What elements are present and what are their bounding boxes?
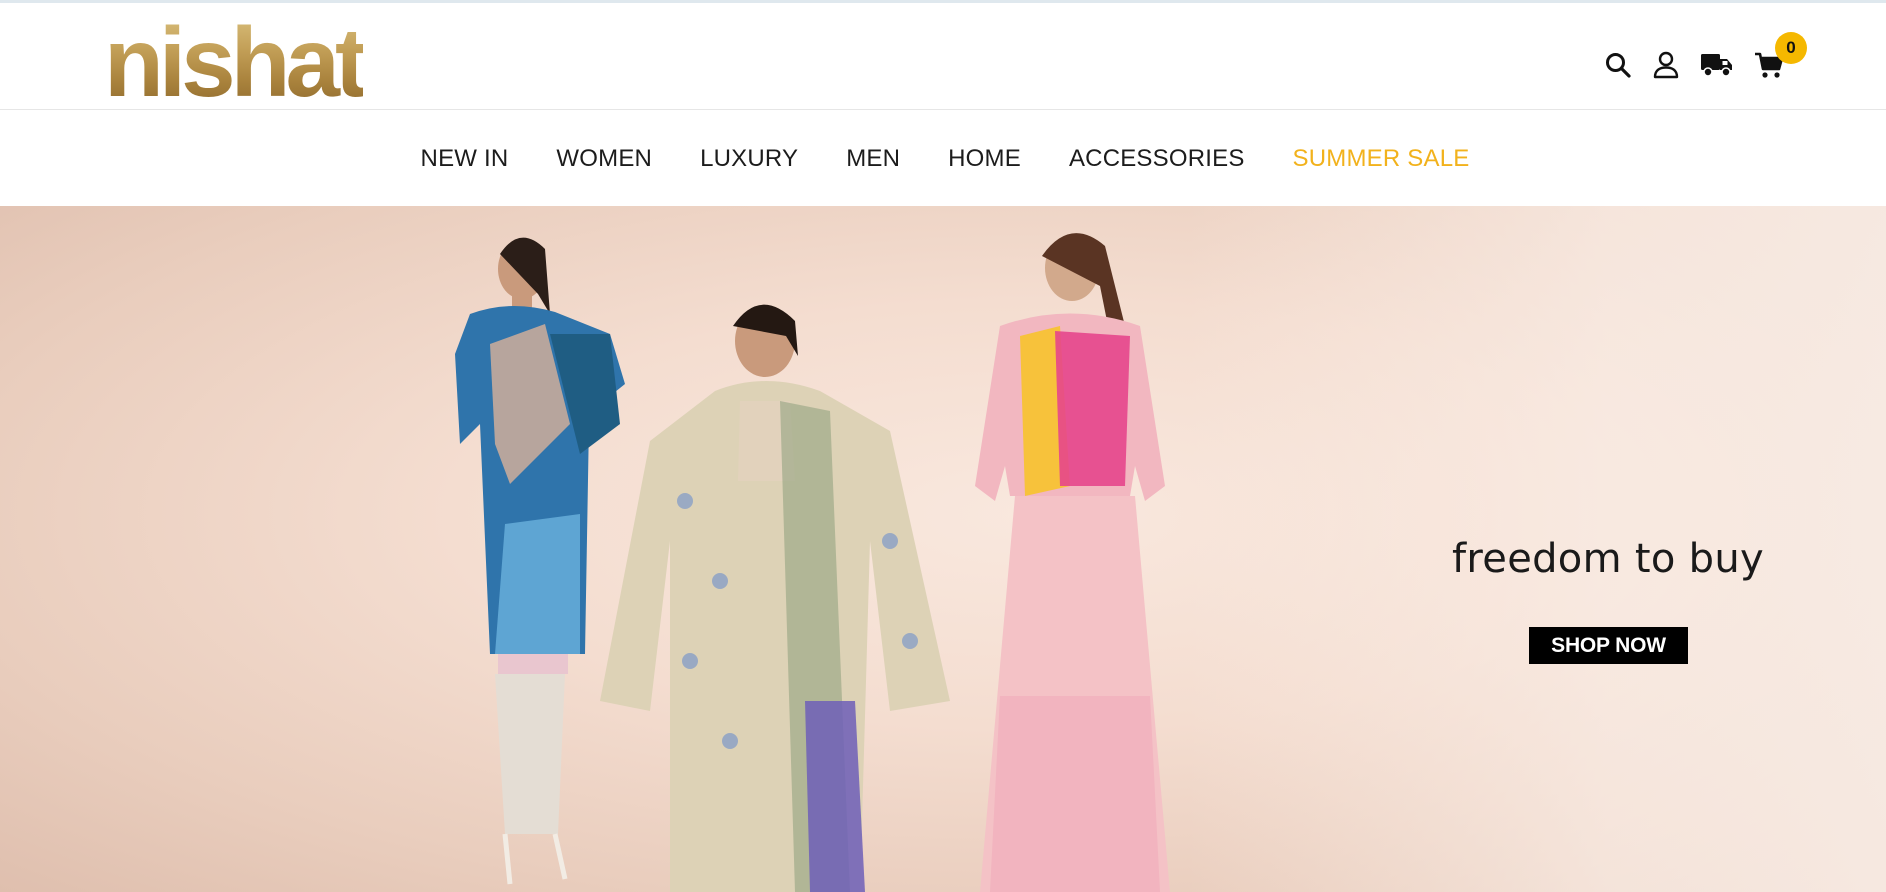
- hero-tagline: freedom to buy: [1452, 536, 1764, 582]
- user-icon: [1653, 51, 1679, 79]
- main-nav: NEW IN WOMEN LUXURY MEN HOME ACCESSORIES…: [0, 110, 1886, 206]
- search-button[interactable]: [1604, 48, 1632, 82]
- hero-model-right: [975, 233, 1170, 892]
- brand-logo[interactable]: nishat: [104, 13, 368, 111]
- nav-item-luxury[interactable]: LUXURY: [700, 145, 798, 173]
- account-button[interactable]: [1652, 48, 1680, 82]
- nav-item-new-in[interactable]: NEW IN: [421, 145, 509, 173]
- track-order-button[interactable]: [1700, 48, 1734, 82]
- shop-now-button[interactable]: SHOP NOW: [1529, 627, 1688, 664]
- nav-item-home[interactable]: HOME: [948, 145, 1021, 173]
- delivery-truck-icon: [1701, 54, 1732, 77]
- cart-button[interactable]: 0: [1754, 32, 1807, 82]
- hero-model-center: [600, 304, 950, 892]
- nav-item-women[interactable]: WOMEN: [556, 145, 652, 173]
- nav-item-accessories[interactable]: ACCESSORIES: [1069, 145, 1245, 173]
- header-icons: 0: [1604, 32, 1807, 82]
- site-header: nishat 0: [0, 3, 1886, 111]
- nav-item-summer-sale[interactable]: SUMMER SALE: [1293, 145, 1470, 173]
- nav-item-men[interactable]: MEN: [846, 145, 900, 173]
- search-icon: [1606, 53, 1631, 78]
- hero-banner[interactable]: freedom to buy SHOP NOW: [0, 206, 1886, 892]
- cart-count-badge: 0: [1775, 32, 1807, 64]
- logo-text: nishat: [104, 7, 368, 117]
